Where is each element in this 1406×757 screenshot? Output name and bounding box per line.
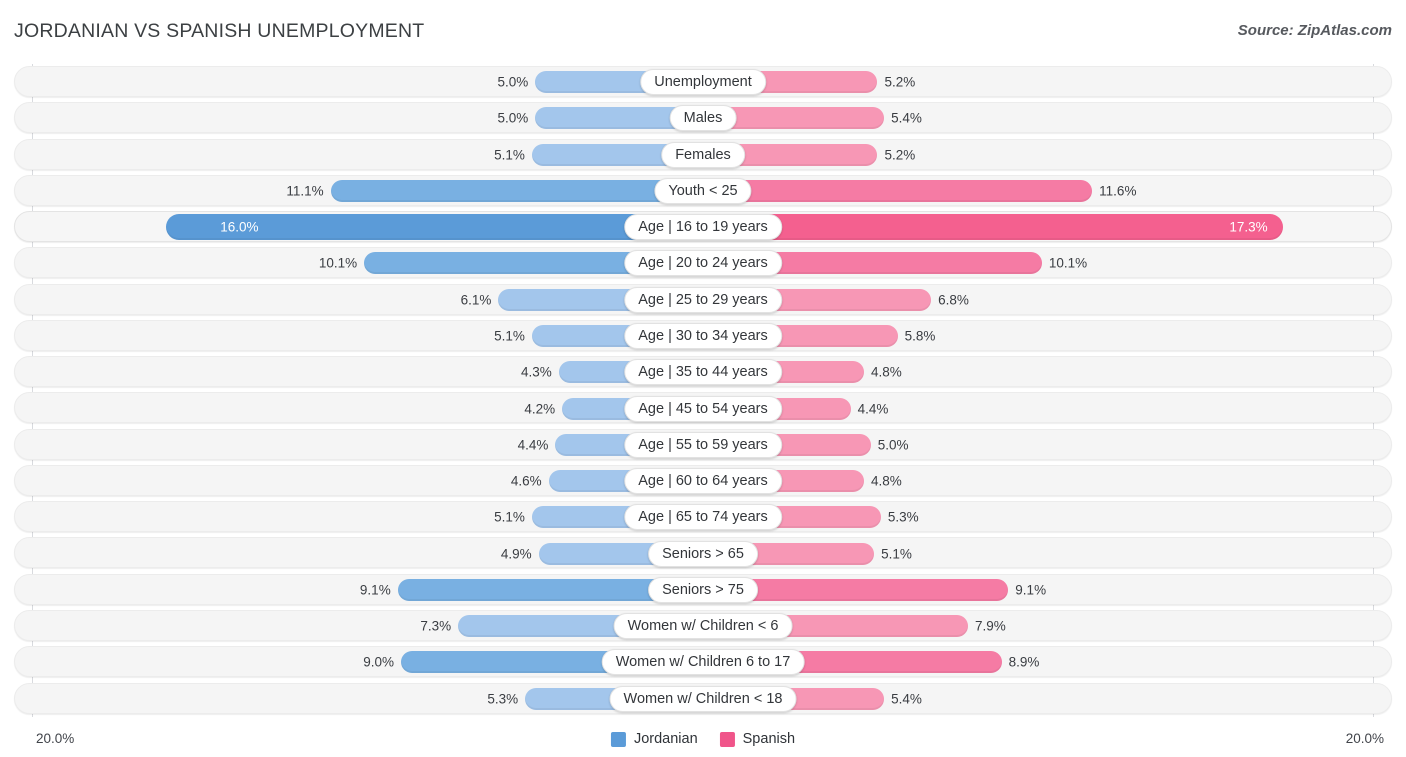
row-label-pill: Women w/ Children < 6 xyxy=(613,613,793,640)
bar-rows: 5.0% 5.2% Unemployment 5.0% 5.4% Males 5.1% 5.2… xyxy=(14,64,1392,717)
bar-jordanian xyxy=(330,179,703,202)
value-label-spanish: 10.1% xyxy=(1048,255,1088,271)
chart-row: 16.0% 17.3% Age | 16 to 19 years xyxy=(14,209,1392,245)
legend-item-spanish: Spanish xyxy=(719,731,796,747)
value-label-jordanian: 9.0% xyxy=(363,654,395,670)
row-label-pill: Age | 65 to 74 years xyxy=(624,504,782,531)
value-label-jordanian: 6.1% xyxy=(460,292,492,308)
row-label-pill: Age | 55 to 59 years xyxy=(624,431,782,458)
legend-swatch-icon xyxy=(610,731,626,747)
value-label-spanish: 4.4% xyxy=(857,401,889,417)
value-label-spanish: 17.3% xyxy=(1229,219,1268,235)
chart-row: 5.1% 5.3% Age | 65 to 74 years xyxy=(14,499,1392,535)
chart-row: 5.0% 5.2% Unemployment xyxy=(14,64,1392,100)
page-title: JORDANIAN VS SPANISH UNEMPLOYMENT xyxy=(14,20,425,42)
value-label-spanish: 8.9% xyxy=(1008,654,1040,670)
value-label-jordanian: 7.3% xyxy=(420,618,452,634)
value-label-jordanian: 5.0% xyxy=(497,110,529,126)
value-label-jordanian: 11.1% xyxy=(286,183,324,199)
value-label-spanish: 5.2% xyxy=(884,74,916,90)
row-label-pill: Age | 60 to 64 years xyxy=(624,468,782,495)
row-label-pill: Age | 16 to 19 years xyxy=(624,214,782,241)
value-label-jordanian: 5.1% xyxy=(494,509,525,525)
bar-spanish xyxy=(703,179,1093,202)
row-label-pill: Women w/ Children 6 to 17 xyxy=(601,649,805,676)
value-label-jordanian: 4.2% xyxy=(524,401,556,417)
value-label-jordanian: 4.4% xyxy=(517,437,549,453)
value-label-spanish: 4.8% xyxy=(871,473,902,489)
chart-row: 4.6% 4.8% Age | 60 to 64 years xyxy=(14,463,1392,499)
chart-row: 7.3% 7.9% Women w/ Children < 6 xyxy=(14,608,1392,644)
value-label-spanish: 9.1% xyxy=(1015,582,1047,598)
value-label-spanish: 5.0% xyxy=(877,437,909,453)
value-label-jordanian: 4.3% xyxy=(520,364,552,380)
row-label-pill: Females xyxy=(661,141,745,168)
value-label-jordanian: 9.1% xyxy=(359,582,391,598)
value-label-jordanian: 5.0% xyxy=(497,74,529,90)
chart-row: 11.1% 11.6% Youth < 25 xyxy=(14,173,1392,209)
chart-row: 6.1% 6.8% Age | 25 to 29 years xyxy=(14,282,1392,318)
chart-row: 5.0% 5.4% Males xyxy=(14,100,1392,136)
value-label-spanish: 4.8% xyxy=(871,364,902,380)
legend-label: Spanish xyxy=(742,731,796,747)
value-label-jordanian: 5.3% xyxy=(487,691,519,707)
axis-max-right: 20.0% xyxy=(1345,731,1384,746)
value-label-spanish: 5.1% xyxy=(881,546,912,562)
value-label-spanish: 5.4% xyxy=(891,110,922,126)
value-label-jordanian: 4.6% xyxy=(510,473,542,489)
value-label-spanish: 5.8% xyxy=(904,328,936,344)
chart-row: 4.2% 4.4% Age | 45 to 54 years xyxy=(14,390,1392,426)
row-label-pill: Seniors > 65 xyxy=(648,540,758,567)
value-label-jordanian: 10.1% xyxy=(318,255,358,271)
chart-row: 4.9% 5.1% Seniors > 65 xyxy=(14,535,1392,571)
row-label-pill: Age | 30 to 34 years xyxy=(624,322,782,349)
row-label-pill: Youth < 25 xyxy=(654,177,752,204)
value-label-spanish: 5.4% xyxy=(891,691,922,707)
chart-row: 10.1% 10.1% Age | 20 to 24 years xyxy=(14,245,1392,281)
row-label-pill: Age | 25 to 29 years xyxy=(624,286,782,313)
row-label-pill: Women w/ Children < 18 xyxy=(609,685,797,712)
bar-spanish xyxy=(703,214,1284,241)
value-label-spanish: 6.8% xyxy=(938,292,969,308)
row-label-pill: Age | 45 to 54 years xyxy=(624,395,782,422)
plot-area: 5.0% 5.2% Unemployment 5.0% 5.4% Males 5.1% 5.2… xyxy=(14,64,1392,717)
value-label-spanish: 11.6% xyxy=(1099,183,1137,199)
chart-header: JORDANIAN VS SPANISH UNEMPLOYMENT Source… xyxy=(0,0,1406,62)
chart-footer: 20.0% 20.0% Jordanian Spanish xyxy=(0,717,1406,757)
value-label-spanish: 7.9% xyxy=(975,618,1006,634)
axis-max-left: 20.0% xyxy=(36,731,75,746)
row-label-pill: Unemployment xyxy=(640,69,766,96)
row-label-pill: Males xyxy=(669,105,737,132)
legend: Jordanian Spanish xyxy=(610,731,796,747)
value-label-spanish: 5.2% xyxy=(884,147,916,163)
row-label-pill: Seniors > 75 xyxy=(648,576,758,603)
chart-row: 5.1% 5.8% Age | 30 to 34 years xyxy=(14,318,1392,354)
legend-swatch-icon xyxy=(719,731,735,747)
legend-label: Jordanian xyxy=(633,731,698,747)
value-label-spanish: 5.3% xyxy=(887,509,919,525)
value-label-jordanian: 4.9% xyxy=(500,546,532,562)
source-attribution: Source: ZipAtlas.com xyxy=(1237,22,1392,39)
chart-row: 9.0% 8.9% Women w/ Children 6 to 17 xyxy=(14,644,1392,680)
chart-page: JORDANIAN VS SPANISH UNEMPLOYMENT Source… xyxy=(0,0,1406,757)
value-label-jordanian: 5.1% xyxy=(494,328,525,344)
chart-row: 9.1% 9.1% Seniors > 75 xyxy=(14,572,1392,608)
value-label-jordanian: 5.1% xyxy=(494,147,525,163)
chart-row: 4.3% 4.8% Age | 35 to 44 years xyxy=(14,354,1392,390)
value-label-jordanian: 16.0% xyxy=(220,219,259,235)
legend-item-jordanian: Jordanian xyxy=(610,731,698,747)
row-label-pill: Age | 20 to 24 years xyxy=(624,250,782,277)
chart-row: 5.3% 5.4% Women w/ Children < 18 xyxy=(14,681,1392,717)
chart-row: 4.4% 5.0% Age | 55 to 59 years xyxy=(14,427,1392,463)
chart-row: 5.1% 5.2% Females xyxy=(14,137,1392,173)
row-label-pill: Age | 35 to 44 years xyxy=(624,359,782,386)
